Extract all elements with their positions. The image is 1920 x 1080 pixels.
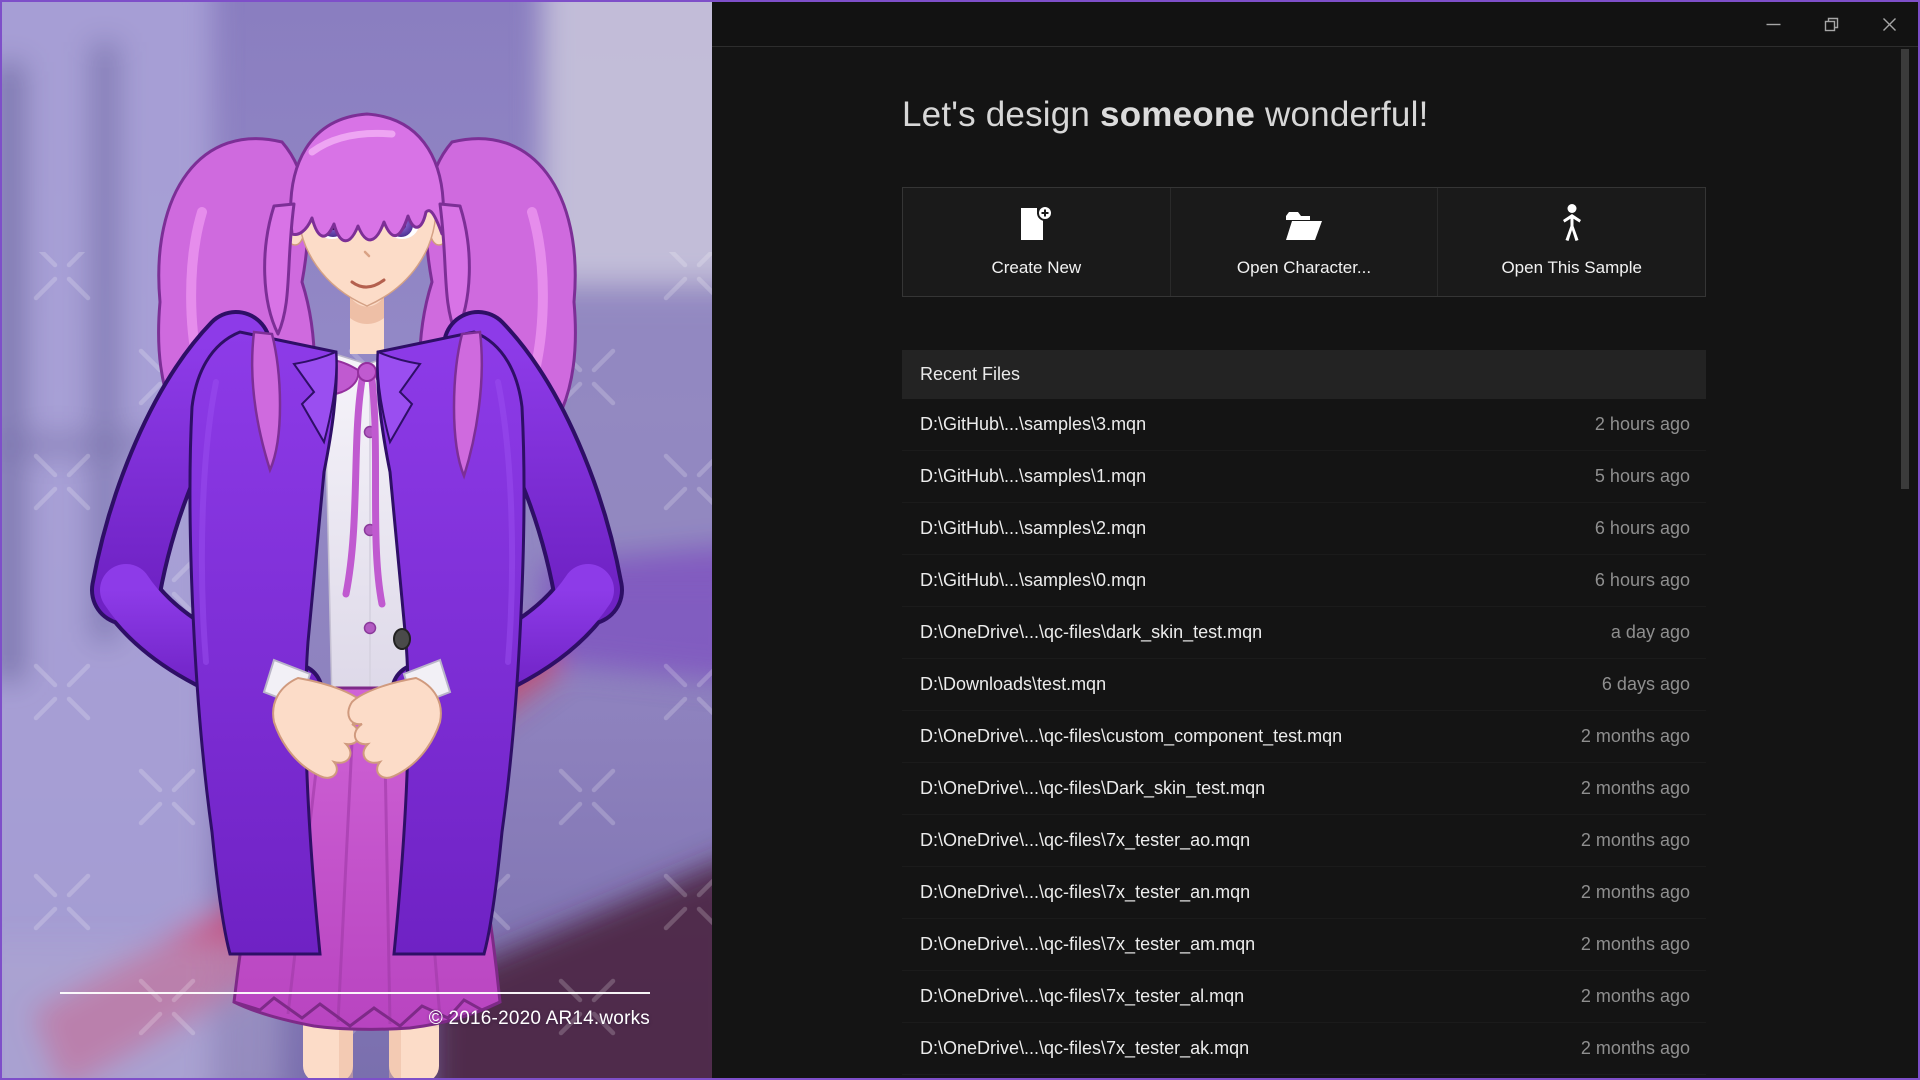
title-prefix: Let's design — [902, 95, 1100, 134]
recent-file-row[interactable]: D:\OneDrive\...\qc-files\Dark_skin_test.… — [902, 763, 1706, 815]
close-icon — [1882, 17, 1897, 32]
file-time: 6 days ago — [1602, 674, 1690, 695]
file-path: D:\OneDrive\...\qc-files\Dark_skin_test.… — [920, 778, 1265, 799]
scrollbar[interactable] — [1901, 48, 1915, 1078]
actions-row: Create New Open Character... — [902, 187, 1706, 297]
recent-files-header: Recent Files — [902, 350, 1706, 399]
title-emphasis: someone — [1100, 95, 1255, 134]
minimize-button[interactable] — [1744, 2, 1802, 46]
file-path: D:\OneDrive\...\qc-files\dark_skin_test.… — [920, 622, 1262, 643]
file-path: D:\GitHub\...\samples\2.mqn — [920, 518, 1146, 539]
restore-button[interactable] — [1802, 2, 1860, 46]
character-illustration — [2, 2, 712, 1078]
recent-files-card: Recent Files D:\GitHub\...\samples\3.mqn… — [902, 350, 1706, 1075]
file-time: 2 months ago — [1581, 1038, 1690, 1059]
file-path: D:\OneDrive\...\qc-files\custom_componen… — [920, 726, 1342, 747]
restore-icon — [1824, 17, 1839, 32]
recent-file-row[interactable]: D:\OneDrive\...\qc-files\custom_componen… — [902, 711, 1706, 763]
file-path: D:\OneDrive\...\qc-files\7x_tester_ak.mq… — [920, 1038, 1249, 1059]
recent-file-row[interactable]: D:\OneDrive\...\qc-files\7x_tester_an.mq… — [902, 867, 1706, 919]
file-time: 2 months ago — [1581, 934, 1690, 955]
open-sample-label: Open This Sample — [1501, 258, 1641, 278]
recent-files-list: D:\GitHub\...\samples\3.mqn 2 hours ago … — [902, 399, 1706, 1075]
minimize-icon — [1766, 17, 1781, 32]
launcher-content: Let's design someone wonderful! Create N… — [712, 47, 1706, 1075]
launcher-panel: Let's design someone wonderful! Create N… — [712, 2, 1918, 1078]
file-time: a day ago — [1611, 622, 1690, 643]
recent-file-row[interactable]: D:\GitHub\...\samples\2.mqn 6 hours ago — [902, 503, 1706, 555]
file-time: 2 months ago — [1581, 726, 1690, 747]
new-file-icon — [1019, 206, 1053, 242]
create-new-label: Create New — [991, 258, 1081, 278]
title-suffix: wonderful! — [1255, 95, 1428, 134]
file-path: D:\OneDrive\...\qc-files\7x_tester_am.mq… — [920, 934, 1255, 955]
page-title: Let's design someone wonderful! — [902, 95, 1706, 135]
recent-file-row[interactable]: D:\OneDrive\...\qc-files\dark_skin_test.… — [902, 607, 1706, 659]
create-new-button[interactable]: Create New — [903, 188, 1171, 296]
recent-file-row[interactable]: D:\OneDrive\...\qc-files\7x_tester_ak.mq… — [902, 1023, 1706, 1075]
file-path: D:\GitHub\...\samples\3.mqn — [920, 414, 1146, 435]
open-character-label: Open Character... — [1237, 258, 1371, 278]
file-path: D:\GitHub\...\samples\0.mqn — [920, 570, 1146, 591]
close-button[interactable] — [1860, 2, 1918, 46]
open-character-button[interactable]: Open Character... — [1171, 188, 1439, 296]
file-path: D:\OneDrive\...\qc-files\7x_tester_ao.mq… — [920, 830, 1250, 851]
titlebar — [712, 2, 1918, 47]
app-window: © 2016-2020 AR14.works Let's design some… — [0, 0, 1920, 1080]
open-sample-button[interactable]: Open This Sample — [1438, 188, 1705, 296]
character-preview-pane: © 2016-2020 AR14.works — [2, 2, 712, 1078]
person-icon — [1560, 206, 1584, 242]
scrollbar-thumb[interactable] — [1901, 49, 1909, 489]
file-time: 2 months ago — [1581, 882, 1690, 903]
file-time: 2 hours ago — [1595, 414, 1690, 435]
recent-file-row[interactable]: D:\GitHub\...\samples\0.mqn 6 hours ago — [902, 555, 1706, 607]
open-folder-icon — [1284, 206, 1324, 242]
file-path: D:\GitHub\...\samples\1.mqn — [920, 466, 1146, 487]
file-time: 6 hours ago — [1595, 518, 1690, 539]
file-time: 6 hours ago — [1595, 570, 1690, 591]
recent-file-row[interactable]: D:\GitHub\...\samples\3.mqn 2 hours ago — [902, 399, 1706, 451]
file-path: D:\OneDrive\...\qc-files\7x_tester_al.mq… — [920, 986, 1244, 1007]
copyright-text: © 2016-2020 AR14.works — [429, 1008, 650, 1030]
recent-file-row[interactable]: D:\OneDrive\...\qc-files\7x_tester_al.mq… — [902, 971, 1706, 1023]
recent-file-row[interactable]: D:\OneDrive\...\qc-files\7x_tester_ao.mq… — [902, 815, 1706, 867]
copyright-divider-line — [60, 992, 650, 994]
file-time: 2 months ago — [1581, 830, 1690, 851]
file-time: 5 hours ago — [1595, 466, 1690, 487]
recent-file-row[interactable]: D:\OneDrive\...\qc-files\7x_tester_am.mq… — [902, 919, 1706, 971]
file-time: 2 months ago — [1581, 778, 1690, 799]
recent-file-row[interactable]: D:\Downloads\test.mqn 6 days ago — [902, 659, 1706, 711]
file-path: D:\Downloads\test.mqn — [920, 674, 1106, 695]
file-time: 2 months ago — [1581, 986, 1690, 1007]
file-path: D:\OneDrive\...\qc-files\7x_tester_an.mq… — [920, 882, 1250, 903]
recent-file-row[interactable]: D:\GitHub\...\samples\1.mqn 5 hours ago — [902, 451, 1706, 503]
